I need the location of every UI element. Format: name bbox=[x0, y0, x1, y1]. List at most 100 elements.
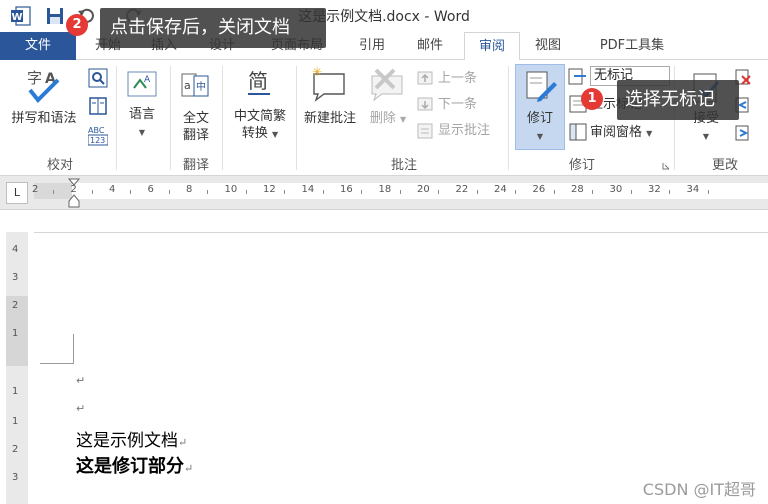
chinese-conversion-line-2: 转换 bbox=[241, 126, 268, 141]
research-icon[interactable] bbox=[88, 68, 108, 92]
ruler-number: 10 bbox=[224, 184, 238, 195]
ruler-number: 24 bbox=[494, 184, 507, 195]
next-comment-button[interactable]: 下一条 bbox=[438, 96, 488, 113]
chinese-conversion-button[interactable]: 中文简繁 转换 ▼ bbox=[226, 108, 294, 143]
vertical-ruler-number: 2 bbox=[12, 300, 19, 311]
paragraph-mark: ↵ bbox=[76, 374, 86, 387]
markup-display-icon bbox=[568, 66, 588, 90]
callout-step-2: 点击保存后，关闭文档 bbox=[100, 8, 326, 48]
group-label-translate: 翻译 bbox=[182, 158, 209, 173]
spelling-grammar-button[interactable]: 拼写和语法 bbox=[4, 110, 84, 127]
group-separator bbox=[222, 66, 223, 170]
chinese-conversion-icon: 简 bbox=[244, 66, 276, 102]
callout-step-1: 选择无标记 bbox=[617, 80, 739, 120]
track-changes-label: 修订 ▼ bbox=[526, 111, 553, 141]
track-changes-text: 修订 bbox=[526, 111, 553, 126]
tab-file[interactable]: 文件 bbox=[0, 32, 76, 60]
group-label-tracking: 修订 bbox=[568, 158, 595, 173]
tab-references[interactable]: 引用 bbox=[352, 32, 392, 60]
svg-text:ABC: ABC bbox=[88, 126, 105, 135]
ruler-number: 14 bbox=[301, 184, 315, 195]
track-changes-icon bbox=[524, 70, 558, 108]
tab-pdf-tools[interactable]: PDF工具集 bbox=[584, 32, 680, 60]
ruler-number: 16 bbox=[340, 184, 353, 195]
ruler-tick bbox=[592, 190, 593, 194]
ruler-tick bbox=[669, 190, 670, 194]
svg-text:123: 123 bbox=[90, 136, 105, 145]
reviewing-pane-icon bbox=[568, 122, 588, 146]
language-icon: A bbox=[126, 68, 158, 104]
tab-view[interactable]: 视图 bbox=[528, 32, 568, 60]
vertical-ruler-number: 1 bbox=[12, 416, 19, 427]
paragraph-mark: ↵ bbox=[184, 463, 194, 475]
group-separator bbox=[170, 66, 171, 170]
vertical-ruler-number: 4 bbox=[12, 244, 19, 255]
ruler-tick bbox=[361, 190, 362, 194]
group-label-proofing: 校对 bbox=[46, 158, 73, 173]
callout-step-2-text: 点击保存后，关闭文档 bbox=[110, 17, 290, 38]
step-1-badge: 1 bbox=[581, 88, 603, 110]
tab-mailings[interactable]: 邮件 bbox=[410, 32, 450, 60]
language-button[interactable]: 语言 ▼ bbox=[120, 106, 164, 141]
svg-text:✳: ✳ bbox=[312, 66, 322, 79]
full-translate-button[interactable]: 全文 翻译 bbox=[174, 110, 218, 144]
previous-comment-icon bbox=[416, 70, 434, 92]
ruler-number: 8 bbox=[186, 184, 193, 195]
ruler-number: 34 bbox=[686, 184, 700, 195]
ruler-number: 6 bbox=[147, 184, 154, 195]
ruler-number: 26 bbox=[532, 184, 546, 195]
word-count-icon[interactable]: ABC 123 bbox=[87, 124, 109, 150]
ruler-tick bbox=[322, 190, 324, 194]
ruler-tick bbox=[207, 190, 208, 194]
translate-line-2: 翻译 bbox=[182, 128, 209, 143]
delete-comment-icon bbox=[368, 66, 406, 106]
step-2-badge: 2 bbox=[66, 14, 88, 36]
group-label-changes: 更改 bbox=[711, 158, 738, 173]
delete-comment-button[interactable]: 删除 ▼ bbox=[366, 110, 410, 128]
thesaurus-icon[interactable] bbox=[88, 96, 108, 120]
ruler-tick bbox=[245, 190, 247, 194]
svg-text:简: 简 bbox=[248, 69, 268, 93]
ruler-number: 12 bbox=[263, 184, 276, 195]
vertical-ruler-number: 1 bbox=[12, 328, 19, 339]
watermark: CSDN @IT超哥 bbox=[642, 480, 756, 499]
chinese-conversion-line-1: 中文简繁 bbox=[233, 109, 286, 124]
group-label-comments: 批注 bbox=[390, 158, 417, 173]
page-boundary bbox=[34, 232, 768, 233]
tab-review[interactable]: 审阅 bbox=[464, 32, 520, 61]
ruler-tick bbox=[284, 190, 285, 194]
revised-line[interactable]: 这是修订部分↵ bbox=[76, 452, 193, 478]
ruler-number: 32 bbox=[648, 184, 661, 195]
ruler-number: 2 bbox=[32, 184, 39, 195]
callout-step-1-text: 选择无标记 bbox=[625, 89, 715, 110]
spelling-check-icon: 字 A bbox=[24, 66, 64, 110]
document-line[interactable]: 这是示例文档↵ bbox=[76, 426, 187, 451]
svg-text:A: A bbox=[144, 75, 151, 85]
new-comment-button[interactable]: 新建批注 bbox=[298, 110, 362, 127]
delete-comment-label: 删除 bbox=[369, 111, 396, 126]
dialog-launcher-icon[interactable] bbox=[662, 159, 670, 174]
translate-line-1: 全文 bbox=[182, 111, 209, 126]
ruler-number: 22 bbox=[455, 184, 469, 195]
reviewing-pane-button[interactable]: 审阅窗格 ▼ bbox=[590, 124, 674, 142]
document-area: ↵ ↵ 这是示例文档↵ 这是修订部分↵ CSDN @IT超哥 43211123 bbox=[0, 210, 768, 504]
document-line-text: 这是示例文档 bbox=[76, 431, 178, 450]
group-separator bbox=[508, 66, 509, 170]
svg-text:中: 中 bbox=[196, 80, 206, 93]
next-change-icon[interactable] bbox=[734, 124, 752, 146]
new-comment-icon: ✳ bbox=[310, 65, 348, 106]
ruler-number: 4 bbox=[109, 184, 116, 195]
show-comments-button[interactable]: 显示批注 bbox=[438, 122, 504, 139]
language-label: 语言 bbox=[128, 107, 155, 122]
ruler-tick bbox=[515, 190, 516, 194]
show-comments-icon bbox=[416, 122, 434, 144]
revised-line-text: 这是修订部分 bbox=[76, 456, 184, 476]
tab-selector[interactable]: L bbox=[6, 182, 28, 204]
svg-text:a: a bbox=[184, 79, 191, 92]
ruler-tick bbox=[91, 190, 93, 194]
ruler-tick bbox=[53, 190, 54, 194]
vertical-ruler-number: 3 bbox=[12, 272, 19, 283]
previous-comment-button[interactable]: 上一条 bbox=[438, 70, 488, 87]
paragraph-mark: ↵ bbox=[76, 402, 86, 415]
ruler-number: 20 bbox=[417, 184, 430, 195]
